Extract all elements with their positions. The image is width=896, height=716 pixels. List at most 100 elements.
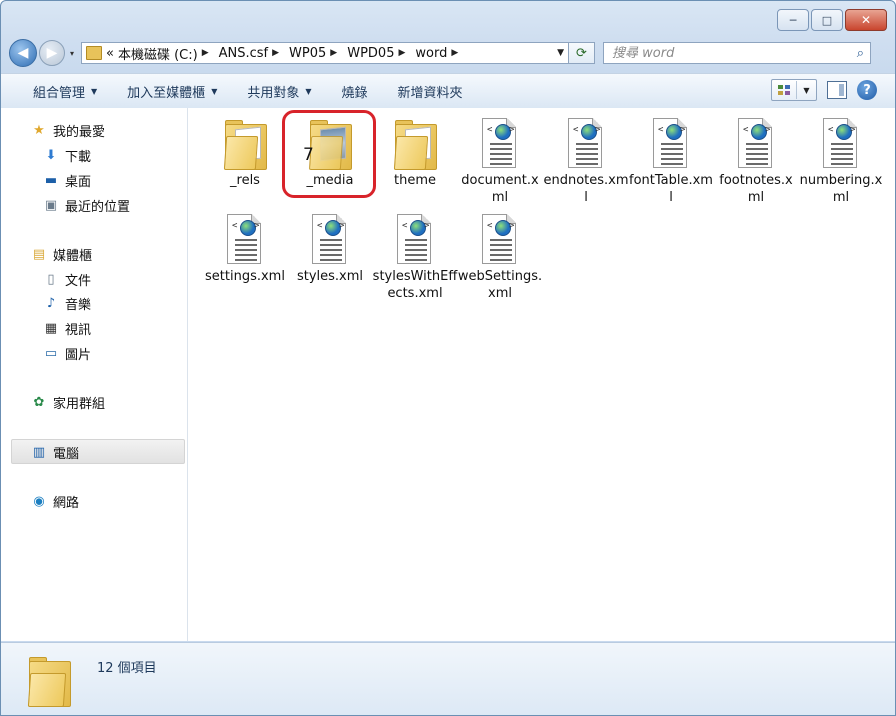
back-arrow-icon: ◀ bbox=[17, 45, 29, 61]
forward-button[interactable]: ▶ bbox=[39, 40, 65, 66]
folder-icon bbox=[27, 655, 75, 707]
new-folder-label: 新增資料夾 bbox=[397, 85, 463, 101]
caption-buttons: ─ □ ✕ bbox=[777, 9, 887, 31]
chevron-right-icon[interactable]: ▶ bbox=[330, 48, 337, 58]
chevron-down-icon: ▼ bbox=[305, 86, 312, 96]
back-button[interactable]: ◀ bbox=[9, 39, 37, 67]
nav-label: 文件 bbox=[65, 274, 92, 289]
main-area: ★ 我的最愛 ⬇ 下載 ▬ 桌面 ▣ 最近的位置 ▤ 媒體櫃 ▯ 文件 ♪ 音樂 ▦ 視訊 ▭ 圖… bbox=[1, 108, 895, 641]
chevron-right-icon[interactable]: ▶ bbox=[451, 48, 458, 58]
nav-label: 圖片 bbox=[65, 348, 92, 363]
breadcrumb-item[interactable]: ANS.csf ▶ bbox=[219, 46, 285, 61]
xml-file-icon: < > bbox=[225, 214, 265, 266]
share-with-button[interactable]: 共用對象 ▼ bbox=[243, 78, 315, 105]
nav-documents[interactable]: ▯ 文件 bbox=[43, 270, 91, 289]
nav-music[interactable]: ♪ 音樂 bbox=[43, 294, 91, 313]
chevron-down-icon[interactable]: ▼ bbox=[797, 86, 816, 95]
close-button[interactable]: ✕ bbox=[845, 9, 887, 31]
homegroup-icon: ✿ bbox=[33, 395, 45, 410]
file-name: document.xml bbox=[461, 173, 539, 205]
chevron-right-icon[interactable]: ▶ bbox=[272, 48, 279, 58]
file-name: webSettings.xml bbox=[457, 269, 543, 301]
library-icon: ▤ bbox=[32, 247, 46, 262]
folder-icon bbox=[223, 118, 267, 170]
nav-videos[interactable]: ▦ 視訊 bbox=[43, 319, 91, 338]
annotation-highlight bbox=[282, 110, 376, 198]
file-item-settings-xml[interactable]: < > settings.xml bbox=[203, 210, 287, 285]
nav-label: 電腦 bbox=[53, 447, 80, 462]
breadcrumb-label: WPD05 bbox=[347, 45, 395, 61]
chevron-down-icon: ▼ bbox=[211, 86, 218, 96]
file-name: theme bbox=[394, 173, 436, 188]
file-item-websettings-xml[interactable]: < > webSettings.xml bbox=[458, 210, 542, 302]
forward-arrow-icon: ▶ bbox=[46, 45, 58, 61]
refresh-button[interactable]: ⟳ bbox=[569, 42, 595, 64]
help-icon: ? bbox=[863, 82, 871, 98]
breadcrumb-item[interactable]: word ▶ bbox=[415, 46, 464, 61]
desktop-icon: ▬ bbox=[44, 173, 58, 188]
file-name: fontTable.xml bbox=[629, 173, 713, 205]
file-item-footnotes-xml[interactable]: < > footnotes.xml bbox=[714, 114, 798, 206]
nav-label: 網路 bbox=[53, 496, 80, 511]
preview-pane-button[interactable] bbox=[827, 81, 847, 99]
organize-label: 組合管理 bbox=[33, 85, 86, 101]
help-button[interactable]: ? bbox=[857, 80, 877, 100]
file-item-endnotes-xml[interactable]: < > endnotes.xml bbox=[543, 114, 629, 206]
file-item-styles-xml[interactable]: < > styles.xml bbox=[288, 210, 372, 285]
change-view-button[interactable]: ▼ bbox=[771, 79, 817, 101]
nav-libraries[interactable]: ▤ 媒體櫃 bbox=[31, 245, 92, 264]
network-icon: ◉ bbox=[33, 494, 45, 509]
file-item-theme[interactable]: theme bbox=[373, 114, 457, 189]
recent-pages-dropdown[interactable]: ▾ bbox=[67, 49, 77, 58]
file-item-styleswitheffects-xml[interactable]: < > stylesWithEffects.xml bbox=[373, 210, 457, 302]
search-input[interactable] bbox=[610, 44, 834, 62]
file-item-rels[interactable]: _rels bbox=[203, 114, 287, 189]
breadcrumb-overflow[interactable]: « bbox=[106, 46, 114, 61]
burn-button[interactable]: 燒錄 bbox=[338, 78, 372, 105]
breadcrumb-item[interactable]: WPD05 ▶ bbox=[347, 46, 411, 61]
add-to-library-label: 加入至媒體櫃 bbox=[127, 85, 206, 101]
add-to-library-button[interactable]: 加入至媒體櫃 ▼ bbox=[123, 78, 221, 105]
file-item-fonttable-xml[interactable]: < > fontTable.xml bbox=[629, 114, 713, 206]
nav-computer[interactable]: ▥ 電腦 bbox=[31, 443, 79, 462]
nav-label: 家用群組 bbox=[53, 397, 106, 412]
nav-desktop[interactable]: ▬ 桌面 bbox=[43, 171, 91, 190]
nav-recent[interactable]: ▣ 最近的位置 bbox=[43, 196, 130, 215]
chevron-right-icon[interactable]: ▶ bbox=[398, 48, 405, 58]
star-icon: ★ bbox=[33, 123, 45, 138]
file-item-numbering-xml[interactable]: < > numbering.xml bbox=[799, 114, 883, 206]
organize-button[interactable]: 組合管理 ▼ bbox=[29, 78, 101, 105]
search-icon[interactable]: ⌕ bbox=[857, 46, 864, 61]
maximize-button[interactable]: □ bbox=[811, 9, 843, 31]
xml-file-icon: < > bbox=[395, 214, 435, 266]
nav-label: 媒體櫃 bbox=[53, 249, 93, 264]
refresh-icon: ⟳ bbox=[576, 45, 587, 61]
breadcrumb-item[interactable]: 本機磁碟 (C:) ▶ bbox=[118, 44, 215, 63]
picture-icon: ▭ bbox=[44, 346, 58, 361]
nav-favorites[interactable]: ★ 我的最愛 bbox=[31, 121, 105, 140]
address-bar[interactable]: « 本機磁碟 (C:) ▶ ANS.csf ▶ WP05 ▶ WPD05 ▶ word ▶… bbox=[81, 42, 569, 64]
nav-downloads[interactable]: ⬇ 下載 bbox=[43, 146, 91, 165]
address-dropdown[interactable]: ▼ bbox=[557, 48, 564, 58]
file-item-document-xml[interactable]: < > document.xml bbox=[458, 114, 542, 206]
breadcrumb-label: WP05 bbox=[289, 45, 327, 61]
minimize-icon: ─ bbox=[789, 13, 797, 27]
nav-homegroup[interactable]: ✿ 家用群組 bbox=[31, 393, 105, 412]
nav-network[interactable]: ◉ 網路 bbox=[31, 492, 79, 511]
file-name: footnotes.xml bbox=[719, 173, 793, 205]
chevron-right-icon[interactable]: ▶ bbox=[202, 48, 209, 58]
details-pane: 12 個項目 bbox=[1, 642, 895, 715]
breadcrumb-item[interactable]: WP05 ▶ bbox=[289, 46, 343, 61]
search-box[interactable]: ⌕ bbox=[603, 42, 871, 64]
download-icon: ⬇ bbox=[45, 148, 57, 163]
new-folder-button[interactable]: 新增資料夾 bbox=[394, 78, 467, 105]
navigation-pane[interactable]: ★ 我的最愛 ⬇ 下載 ▬ 桌面 ▣ 最近的位置 ▤ 媒體櫃 ▯ 文件 ♪ 音樂 ▦ 視訊 ▭ 圖… bbox=[1, 108, 188, 641]
minimize-button[interactable]: ─ bbox=[777, 9, 809, 31]
nav-label: 視訊 bbox=[65, 323, 92, 338]
command-bar: 組合管理 ▼ 加入至媒體櫃 ▼ 共用對象 ▼ 燒錄 新增資料夾 ▼ ? bbox=[1, 73, 895, 109]
file-name: styles.xml bbox=[296, 269, 364, 284]
chevron-down-icon: ▼ bbox=[557, 48, 564, 58]
share-with-label: 共用對象 bbox=[247, 85, 300, 101]
overflow-icon: « bbox=[106, 45, 114, 61]
nav-pictures[interactable]: ▭ 圖片 bbox=[43, 344, 91, 363]
